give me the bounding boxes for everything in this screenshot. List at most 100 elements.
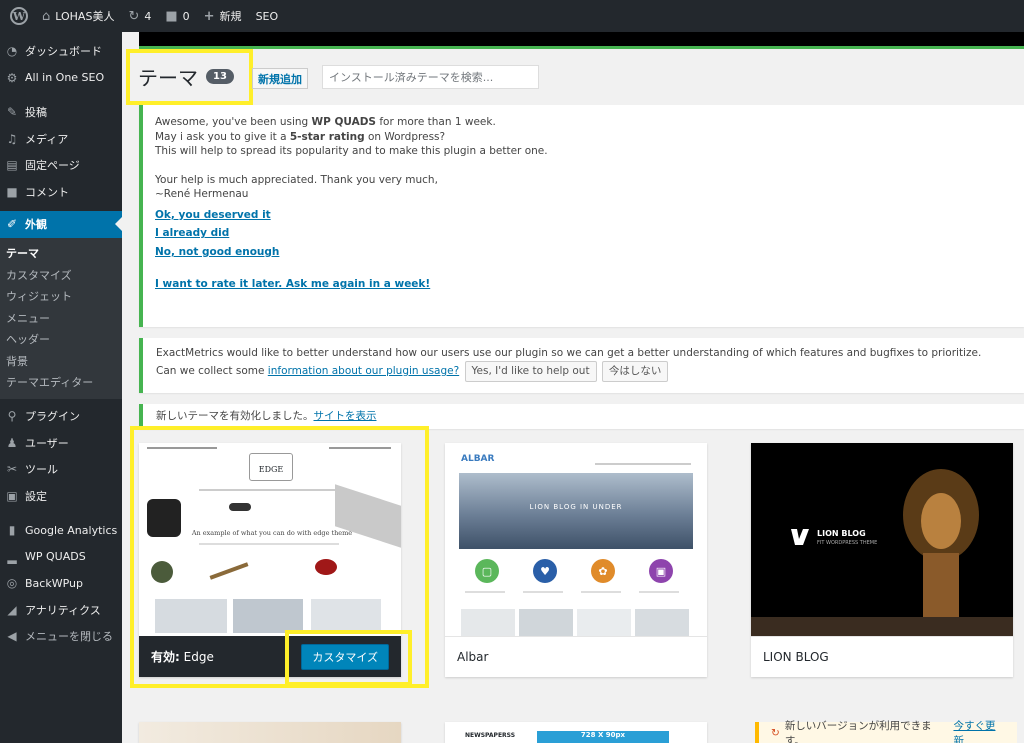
albar-hero-image: LION BLOG IN UNDER	[459, 473, 693, 549]
analytics-icon: ◢	[7, 602, 17, 617]
albar-logo: ALBAR	[461, 454, 495, 464]
submenu-themes[interactable]: テーマ	[0, 243, 122, 265]
submenu-customize[interactable]: カスタマイズ	[0, 264, 122, 286]
sidebar-item-all-in-one-seo[interactable]: ⚙ All in One SEO	[0, 65, 122, 92]
notice-line: Awesome, you've been using WP QUADS for …	[155, 116, 496, 128]
sidebar-item-backwpup[interactable]: ◎ BackWPup	[0, 570, 122, 597]
theme-update-notice: ↻ 新しいバージョンが利用できます。 今すぐ更新	[755, 720, 1017, 743]
edge-tagline: An example of what you can do with edge …	[191, 529, 353, 537]
sidebar-item-users[interactable]: ♟ ユーザー	[0, 430, 122, 457]
plugin-icon: ⚲	[7, 409, 17, 424]
dashboard-icon: ◔	[6, 44, 18, 59]
plus-icon: +	[203, 8, 215, 24]
media-icon: ♫	[6, 131, 18, 146]
sidebar-item-label: メニューを閉じる	[25, 630, 113, 644]
site-name-menu[interactable]: ⌂ LOHAS美人	[35, 0, 121, 32]
theme-search-input[interactable]: インストール済みテーマを検索...	[322, 65, 539, 89]
theme-activated-notice: 新しいテーマを有効化しました。サイトを表示	[139, 404, 1024, 429]
theme-card-edge[interactable]: EDGE An example of what you can do with …	[139, 443, 401, 677]
submenu-menus[interactable]: メニュー	[0, 307, 122, 329]
bar-chart-icon: ▮	[8, 523, 16, 538]
edge-logo: EDGE	[249, 453, 293, 481]
sidebar-item-label: 投稿	[25, 106, 47, 120]
active-label: 有効:	[151, 650, 180, 664]
rate-later-link[interactable]: I want to rate it later. Ask me again in…	[155, 275, 1012, 294]
already-rated-link[interactable]: I already did	[155, 224, 1012, 243]
seo-menu[interactable]: SEO	[249, 0, 286, 32]
sidebar-item-posts[interactable]: ✎ 投稿	[0, 99, 122, 126]
updates-menu[interactable]: ↻ 4	[121, 0, 158, 32]
sidebar-item-label: アナリティクス	[25, 603, 101, 617]
comments-count: 0	[182, 9, 190, 23]
not-now-button[interactable]: 今はしない	[601, 361, 669, 382]
wp-logo-menu[interactable]: W	[0, 0, 35, 32]
customize-button[interactable]: カスタマイズ	[301, 643, 389, 670]
albar-hero-text: LION BLOG IN UNDER	[529, 503, 623, 511]
notice-line: Can we collect some information about ou…	[156, 361, 1011, 382]
sidebar-item-label: BackWPup	[25, 576, 83, 590]
seo-label: SEO	[255, 9, 279, 23]
allow-tracking-button[interactable]: Yes, I'd like to help out	[464, 361, 597, 382]
sidebar-item-plugins[interactable]: ⚲ プラグイン	[0, 403, 122, 430]
sidebar-item-dashboard[interactable]: ◔ ダッシュボード	[0, 38, 122, 65]
update-now-link[interactable]: 今すぐ更新	[953, 718, 1005, 743]
submenu-background[interactable]: 背景	[0, 350, 122, 372]
sidebar-item-label: ダッシュボード	[25, 45, 102, 59]
sidebar-item-tools[interactable]: ✂ ツール	[0, 456, 122, 483]
update-icon: ↻	[771, 726, 780, 739]
site-name: LOHAS美人	[55, 10, 115, 23]
not-good-enough-link[interactable]: No, not good enough	[155, 243, 1012, 262]
albar-feature-icon: ♥	[533, 559, 557, 583]
brush-icon: ✐	[6, 217, 18, 232]
sidebar-collapse-menu[interactable]: ◀ メニューを閉じる	[0, 623, 122, 650]
sidebar-item-settings[interactable]: ▣ 設定	[0, 483, 122, 510]
submenu-theme-editor[interactable]: テーマエディター	[0, 372, 122, 394]
add-new-theme-button[interactable]: 新規追加	[252, 68, 308, 89]
wordpress-icon: W	[10, 7, 28, 25]
albar-feature-icon: ▣	[649, 559, 673, 583]
appearance-submenu: テーマ カスタマイズ ウィジェット メニュー ヘッダー 背景 テーマエディター	[0, 237, 122, 399]
top-strip	[139, 32, 1024, 49]
sidebar-item-wp-quads[interactable]: ▂ WP QUADS	[0, 544, 122, 571]
sidebar-item-google-analytics[interactable]: ▮ Google Analytics	[0, 517, 122, 544]
submenu-widgets[interactable]: ウィジェット	[0, 286, 122, 308]
view-site-link[interactable]: サイトを表示	[314, 410, 377, 422]
lion-blog-preview	[751, 469, 1013, 636]
home-icon: ⌂	[42, 8, 51, 24]
lion-blog-title: LION BLOG	[817, 529, 866, 538]
theme-screenshot	[139, 722, 401, 743]
notice-line: Your help is much appreciated. Thank you…	[155, 173, 438, 186]
updates-count: 4	[144, 9, 152, 23]
sidebar-item-comments[interactable]: ■ コメント	[0, 179, 122, 206]
submenu-header[interactable]: ヘッダー	[0, 329, 122, 351]
albar-feature-icon: ✿	[591, 559, 615, 583]
new-content-menu[interactable]: + 新規	[197, 0, 249, 32]
notice-line: May i ask you to give it a 5-star rating…	[155, 130, 446, 143]
news-ad-banner: 728 X 90px	[537, 731, 669, 743]
theme-card-partial[interactable]	[139, 722, 401, 743]
exactmetrics-notice: ExactMetrics would like to better unders…	[139, 338, 1024, 393]
comments-menu[interactable]: ■ 0	[158, 0, 196, 32]
theme-screenshot: NEWSPAPERSS 728 X 90px	[445, 722, 707, 743]
news-label: NEWSPAPERSS	[465, 732, 516, 739]
theme-card-lion-blog[interactable]: LION BLOG FIT WORDPRESS THEME LION BLOG	[751, 443, 1013, 677]
theme-card-partial[interactable]: NEWSPAPERSS 728 X 90px	[445, 722, 707, 743]
sidebar-item-label: 外観	[25, 218, 47, 232]
notice-signature: ~René Hermenau	[155, 188, 249, 201]
user-icon: ♟	[6, 435, 18, 450]
sidebar-item-analytics[interactable]: ◢ アナリティクス	[0, 597, 122, 624]
rate-ok-link[interactable]: Ok, you deserved it	[155, 206, 1012, 225]
plugin-usage-info-link[interactable]: information about our plugin usage?	[268, 365, 459, 377]
theme-card-albar[interactable]: ALBAR LION BLOG IN UNDER ▢ ♥ ✿ ▣ Albar	[445, 443, 707, 677]
theme-screenshot: LION BLOG FIT WORDPRESS THEME	[751, 443, 1013, 636]
sidebar-item-appearance[interactable]: ✐ 外観	[0, 211, 122, 238]
theme-name: LION BLOG	[751, 636, 1013, 677]
signal-icon: ▂	[7, 549, 17, 564]
sidebar-item-pages[interactable]: ▤ 固定ページ	[0, 152, 122, 179]
sidebar-item-label: All in One SEO	[25, 71, 105, 85]
settings-icon: ▣	[6, 488, 18, 503]
theme-name: Albar	[445, 636, 707, 677]
sidebar-item-label: メディア	[25, 132, 69, 146]
notice-line: ExactMetrics would like to better unders…	[156, 347, 982, 359]
sidebar-item-media[interactable]: ♫ メディア	[0, 126, 122, 153]
